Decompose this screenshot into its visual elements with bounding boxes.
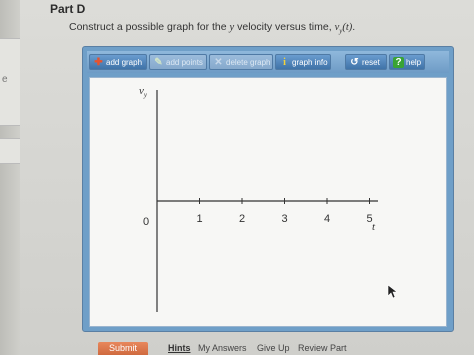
left-sidebar: e <box>0 0 21 355</box>
formula-tail: (t) <box>342 22 353 33</box>
plus-icon: ✚ <box>94 57 103 68</box>
review-part-link[interactable]: Review Part <box>298 343 347 353</box>
graph-info-button[interactable]: i graph info <box>275 54 331 70</box>
pencil-icon: ✎ <box>154 57 163 68</box>
submit-button[interactable]: Submit <box>98 342 148 355</box>
x-tick-label: 4 <box>324 213 330 225</box>
y-axis-label: vy <box>139 85 148 99</box>
give-up-link[interactable]: Give Up <box>257 343 290 353</box>
graph-widget: ✚ add graph ✎ add points ✕ delete graph … <box>82 46 454 332</box>
add-points-button[interactable]: ✎ add points <box>149 54 207 70</box>
help-button[interactable]: ? help <box>389 54 425 70</box>
question-text: Construct a possible graph for the y vel… <box>69 21 355 35</box>
x-tick-label: 2 <box>239 213 245 225</box>
help-label: help <box>406 58 422 67</box>
graph-info-label: graph info <box>292 58 328 67</box>
delete-graph-button[interactable]: ✕ delete graph <box>209 54 273 70</box>
my-answers-link[interactable]: My Answers <box>198 343 247 353</box>
help-icon: ? <box>393 57 404 68</box>
sidebar-tab-small[interactable] <box>0 138 21 164</box>
delete-graph-label: delete graph <box>226 58 271 67</box>
reset-icon: ↺ <box>350 57 359 68</box>
info-icon: i <box>283 57 286 68</box>
x-icon: ✕ <box>214 57 223 68</box>
add-graph-label: add graph <box>106 58 143 67</box>
question-middle: velocity versus time, <box>234 21 335 33</box>
question-prefix: Construct a possible graph for the <box>69 21 230 33</box>
sidebar-tab-letter: e <box>2 74 8 85</box>
graph-canvas[interactable]: vy t 012345 <box>89 77 447 327</box>
graph-svg[interactable]: vy t 012345 <box>90 78 446 326</box>
action-bar: Submit Hints My Answers Give Up Review P… <box>80 338 474 355</box>
graph-toolbar: ✚ add graph ✎ add points ✕ delete graph … <box>87 51 449 73</box>
question-suffix: . <box>352 21 356 33</box>
x-tick-label: 1 <box>197 213 203 225</box>
x-tick-label: 0 <box>143 216 149 228</box>
part-title: Part D <box>50 2 86 16</box>
main-content: Part D Construct a possible graph for th… <box>20 0 474 355</box>
reset-label: reset <box>362 58 380 67</box>
sidebar-tab[interactable]: e <box>0 38 21 126</box>
reset-button[interactable]: ↺ reset <box>345 54 387 70</box>
add-graph-button[interactable]: ✚ add graph <box>89 54 147 70</box>
x-ticks: 0 1 2 3 4 5 <box>143 198 373 228</box>
add-points-label: add points <box>166 58 203 67</box>
question-formula: vy(t) <box>335 22 353 35</box>
hints-link[interactable]: Hints <box>168 343 191 353</box>
x-tick-label: 3 <box>282 213 288 225</box>
x-tick-label: 5 <box>367 213 373 225</box>
cursor-icon <box>387 284 398 299</box>
